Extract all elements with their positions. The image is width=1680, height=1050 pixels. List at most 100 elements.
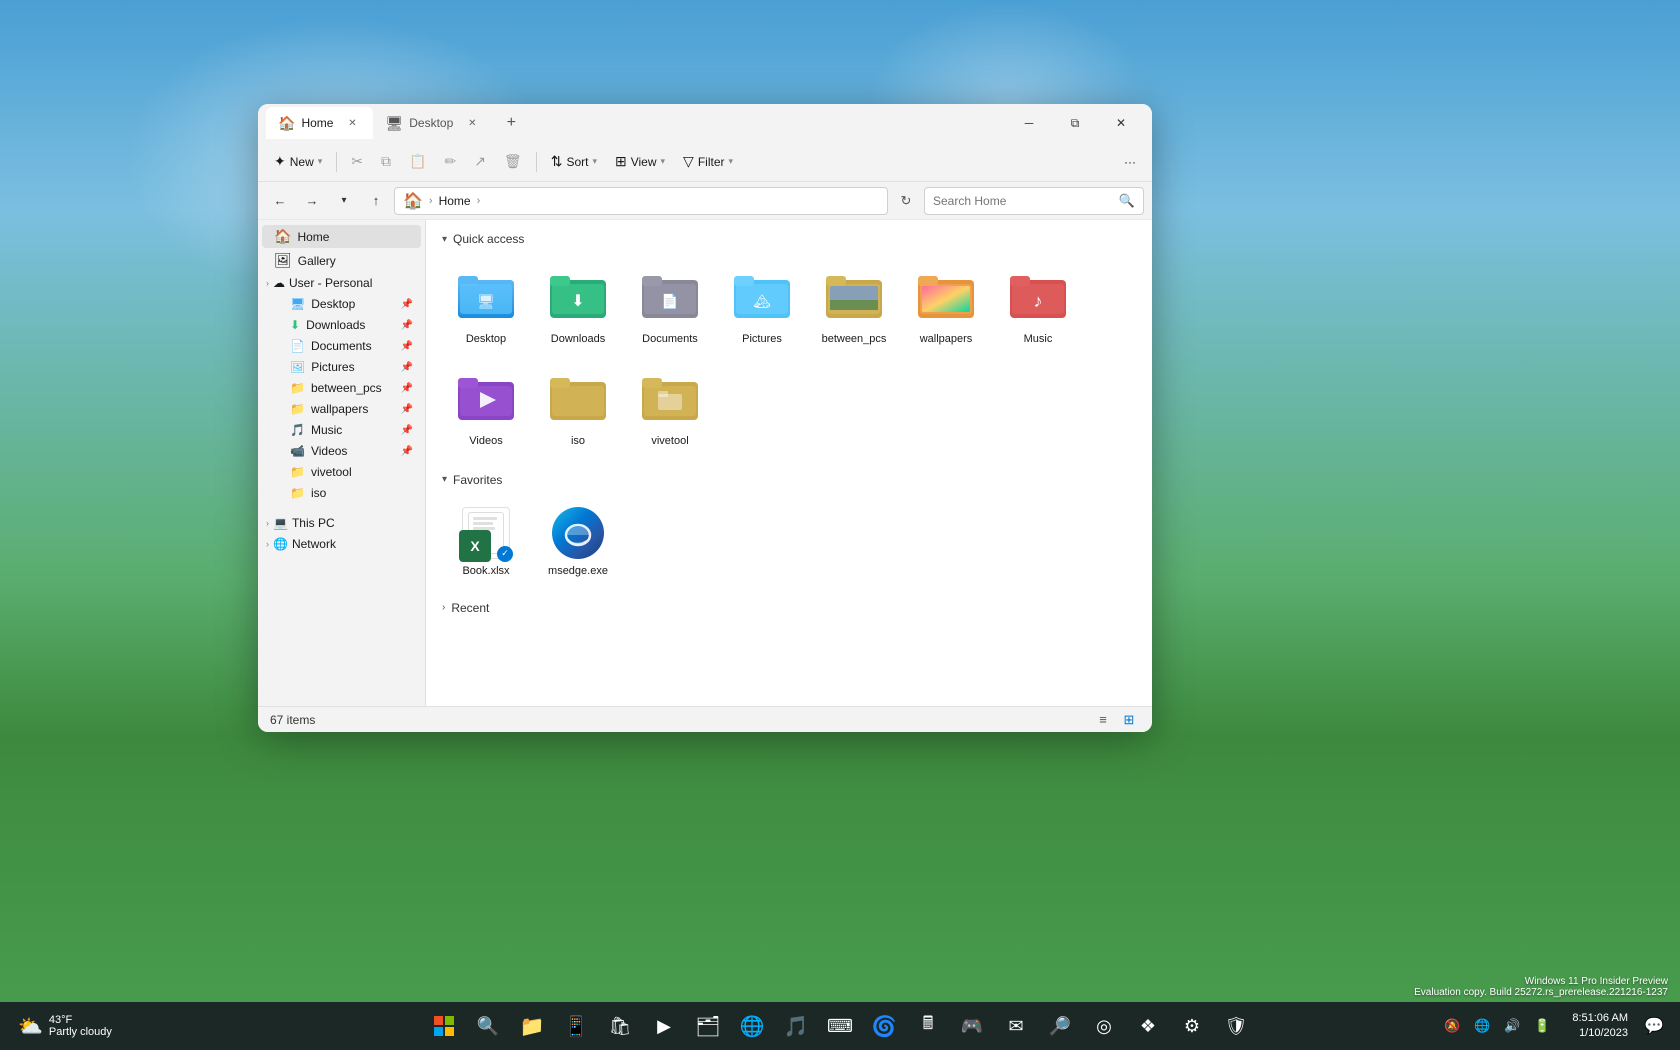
favorites-title: Favorites — [453, 473, 502, 487]
new-tab-button[interactable]: + — [497, 109, 525, 137]
tab-home-label: Home — [301, 116, 333, 130]
quick-access-header[interactable]: ▾ Quick access — [442, 232, 1136, 246]
notifications-button[interactable]: 💬 — [1640, 1012, 1668, 1040]
list-view-button[interactable]: ≡ — [1092, 709, 1114, 731]
settings-button[interactable]: ⚙ — [1172, 1006, 1212, 1046]
xbox-button[interactable]: 🎮 — [952, 1006, 992, 1046]
folder-downloads[interactable]: ⬇ Downloads — [534, 256, 622, 354]
search-box[interactable]: 🔍 — [924, 187, 1144, 215]
vivetool-sidebar-icon: 📁 — [290, 465, 305, 479]
network-icon-button[interactable]: 🌐 — [1468, 1012, 1496, 1040]
breadcrumb-home[interactable]: Home — [439, 194, 471, 208]
maximize-button[interactable]: ⧉ — [1052, 104, 1098, 142]
clock-widget[interactable]: 8:51:06 AM 1/10/2023 — [1564, 1007, 1636, 1046]
rename-button[interactable]: ✏ — [436, 147, 464, 177]
sidebar-item-between[interactable]: 📁 between_pcs 📌 — [262, 378, 421, 398]
sidebar-item-desktop[interactable]: 🖥 Desktop 📌 — [262, 294, 421, 314]
search-input[interactable] — [933, 194, 1115, 208]
edge-taskbar-button[interactable]: 🌐 — [732, 1006, 772, 1046]
quick-access-title: Quick access — [453, 232, 524, 246]
recent-header[interactable]: › Recent — [442, 601, 1136, 615]
sort-button[interactable]: ⇅ Sort ▾ — [543, 147, 605, 177]
vscode-button[interactable]: ⌨ — [820, 1006, 860, 1046]
close-button[interactable]: ✕ — [1098, 104, 1144, 142]
more-button[interactable]: ··· — [1116, 147, 1144, 177]
file-explorer-taskbar-button[interactable]: 📁 — [512, 1006, 552, 1046]
sidebar-item-vivetool[interactable]: 📁 vivetool — [262, 462, 421, 482]
browser-button[interactable]: 🌀 — [864, 1006, 904, 1046]
delete-button[interactable]: 🗑 — [496, 147, 530, 177]
widgets-button[interactable]: ❖ — [1128, 1006, 1168, 1046]
battery-icon-button[interactable]: 🔋 — [1528, 1012, 1556, 1040]
sidebar-item-videos[interactable]: 📹 Videos 📌 — [262, 441, 421, 461]
cut-button[interactable]: ✂ — [343, 147, 371, 177]
start-button[interactable] — [424, 1006, 464, 1046]
refresh-button[interactable]: ↻ — [892, 187, 920, 215]
share-button[interactable]: ↗ — [466, 147, 494, 177]
folder-wallpapers[interactable]: wallpapers — [902, 256, 990, 354]
grid-view-button[interactable]: ⊞ — [1118, 709, 1140, 731]
phone-link-button[interactable]: 📱 — [556, 1006, 596, 1046]
security-button[interactable]: 🛡 — [1216, 1006, 1256, 1046]
search-button[interactable]: 🔍 — [468, 1006, 508, 1046]
calculator-button[interactable]: 🖩 — [908, 1006, 948, 1046]
terminal-button[interactable]: ▶ — [644, 1006, 684, 1046]
weather-widget[interactable]: ⛅ 43°F Partly cloudy — [10, 1010, 120, 1043]
folder-music[interactable]: ♪ Music — [994, 256, 1082, 354]
folder-vivetool[interactable]: vivetool — [626, 358, 714, 456]
folder-between-pcs[interactable]: between_pcs — [810, 256, 898, 354]
mute-icon-button[interactable]: 🔕 — [1438, 1012, 1466, 1040]
sidebar-item-downloads[interactable]: ⬇ Downloads 📌 — [262, 315, 421, 335]
documents-folder-icon: 📄 — [638, 264, 702, 328]
favorites-header[interactable]: ▾ Favorites — [442, 473, 1136, 487]
tab-home-close[interactable]: ✕ — [343, 114, 361, 132]
music-button[interactable]: 🎵 — [776, 1006, 816, 1046]
toolbar-divider-2 — [536, 152, 537, 172]
file-book-xlsx[interactable]: X ✓ Book.xlsx — [442, 497, 530, 585]
folder-desktop[interactable]: 🖥 Desktop — [442, 256, 530, 354]
clock-time: 8:51:06 AM — [1572, 1011, 1628, 1026]
tab-desktop[interactable]: 🖥 Desktop ✕ — [373, 107, 493, 139]
mail-button[interactable]: ✉ — [996, 1006, 1036, 1046]
sidebar-item-pictures[interactable]: 🖼 Pictures 📌 — [262, 357, 421, 377]
file-msedge[interactable]: msedge.exe — [534, 497, 622, 585]
sidebar-item-documents[interactable]: 📄 Documents 📌 — [262, 336, 421, 356]
sidebar-item-home[interactable]: 🏠 Home — [262, 225, 421, 248]
folder-documents[interactable]: 📄 Documents — [626, 256, 714, 354]
sidebar-expand-user[interactable]: › ☁ User - Personal — [262, 273, 421, 293]
folder-button[interactable]: 🗂 — [688, 1006, 728, 1046]
sidebar-expand-thispc[interactable]: › 💻 This PC — [262, 513, 421, 533]
sidebar-item-wallpapers[interactable]: 📁 wallpapers 📌 — [262, 399, 421, 419]
search-icon[interactable]: 🔍 — [1119, 193, 1135, 209]
forward-button[interactable]: → — [298, 187, 326, 215]
sidebar-item-iso[interactable]: 📁 iso — [262, 483, 421, 503]
sidebar-expand-network[interactable]: › 🌐 Network — [262, 534, 421, 554]
iso-folder-label: iso — [571, 434, 585, 448]
folder-iso[interactable]: iso — [534, 358, 622, 456]
folder-videos[interactable]: Videos — [442, 358, 530, 456]
cortana-button[interactable]: ◎ — [1084, 1006, 1124, 1046]
minimize-button[interactable]: ─ — [1006, 104, 1052, 142]
folder-pictures[interactable]: 🏔 Pictures — [718, 256, 806, 354]
new-button[interactable]: ✦ New ▾ — [266, 147, 330, 177]
sidebar-item-music[interactable]: 🎵 Music 📌 — [262, 420, 421, 440]
sidebar-item-gallery[interactable]: 🖼 Gallery — [262, 249, 421, 272]
new-label: New — [290, 155, 314, 169]
filter-button[interactable]: ▽ Filter ▾ — [675, 147, 741, 177]
store-button[interactable]: 🛍 — [600, 1006, 640, 1046]
search2-button[interactable]: 🔎 — [1040, 1006, 1080, 1046]
address-bar[interactable]: 🏠 › Home › — [394, 187, 888, 215]
xbox-icon: 🎮 — [961, 1016, 983, 1037]
up-button[interactable]: ↑ — [362, 187, 390, 215]
volume-icon-button[interactable]: 🔊 — [1498, 1012, 1526, 1040]
paste-button[interactable]: 📋 — [401, 147, 434, 177]
recent-locations-button[interactable]: ▾ — [330, 187, 358, 215]
documents-folder-svg: 📄 — [642, 272, 698, 320]
back-button[interactable]: ← — [266, 187, 294, 215]
copy-button[interactable]: ⧉ — [373, 147, 399, 177]
view-button[interactable]: ⊞ View ▾ — [607, 147, 673, 177]
wallpapers-sidebar-icon: 📁 — [290, 402, 305, 416]
sidebar: 🏠 Home 🖼 Gallery › ☁ User - Personal 🖥 D… — [258, 220, 426, 706]
tab-desktop-close[interactable]: ✕ — [463, 114, 481, 132]
tab-home[interactable]: 🏠 Home ✕ — [266, 107, 373, 139]
